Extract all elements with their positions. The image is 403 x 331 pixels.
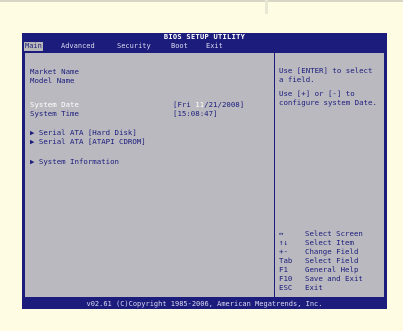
tab-key: Tab [279, 256, 293, 265]
submenu-serial-ata-cdrom[interactable]: ▶ Serial ATA [ATAPI CDROM] [30, 137, 146, 146]
plus-minus-key: +- [279, 247, 288, 256]
key-desc-general-help: General Help [305, 265, 359, 274]
menu-exit[interactable]: Exit [205, 42, 224, 51]
main-settings-panel: Market Name Model Name System Date [Fri … [25, 53, 274, 297]
f1-key: F1 [279, 265, 288, 274]
submenu-serial-ata-hdd[interactable]: ▶ Serial ATA [Hard Disk] [30, 128, 137, 137]
submenu-system-information[interactable]: ▶ System Information [30, 157, 119, 166]
key-desc-select-item: Select Item [305, 238, 354, 247]
help-text-line3: Use [+] or [-] to [279, 89, 355, 98]
help-text-line1: Use [ENTER] to select [279, 66, 373, 75]
system-time-value[interactable]: [15:08:47] [173, 109, 218, 118]
key-desc-select-field: Select Field [305, 256, 359, 265]
bios-title: BIOS SETUP UTILITY [163, 33, 246, 41]
left-right-arrow-icon: ↔ [279, 229, 284, 238]
market-name-label: Market Name [30, 67, 79, 76]
top-tick-mark [265, 0, 268, 14]
esc-key: ESC [279, 283, 293, 292]
help-text-line4: configure system Date. [279, 98, 377, 107]
menu-security[interactable]: Security [116, 42, 152, 51]
menu-boot[interactable]: Boot [170, 42, 189, 51]
help-text-line2: a field. [279, 75, 315, 84]
key-desc-select-screen: Select Screen [305, 229, 363, 238]
top-border-line-right [268, 0, 403, 2]
bios-screen: BIOS SETUP UTILITY Main Advanced Securit… [22, 33, 387, 309]
top-border-line [0, 0, 265, 2]
key-desc-exit: Exit [305, 283, 323, 292]
menu-advanced[interactable]: Advanced [60, 42, 96, 51]
page: BIOS SETUP UTILITY Main Advanced Securit… [0, 0, 403, 331]
model-name-label: Model Name [30, 76, 75, 85]
help-panel: Use [ENTER] to select a field. Use [+] o… [275, 53, 384, 297]
system-date-value[interactable]: [Fri 11/21/2008] [173, 100, 244, 109]
menu-bar: Main Advanced Security Boot Exit [22, 42, 387, 51]
key-desc-change-field: Change Field [305, 247, 359, 256]
system-date-label[interactable]: System Date [30, 100, 79, 109]
copyright-footer: v02.61 (C)Copyright 1985-2006, American … [86, 300, 323, 308]
up-down-arrow-icon: ↑↓ [279, 238, 288, 247]
menu-main[interactable]: Main [24, 42, 43, 51]
system-date-suffix: /21/2008] [204, 100, 245, 109]
system-date-prefix: [Fri [173, 100, 196, 109]
system-time-label[interactable]: System Time [30, 109, 79, 118]
system-date-month-field[interactable]: 11 [195, 100, 204, 109]
key-desc-save-exit: Save and Exit [305, 274, 363, 283]
f10-key: F10 [279, 274, 293, 283]
